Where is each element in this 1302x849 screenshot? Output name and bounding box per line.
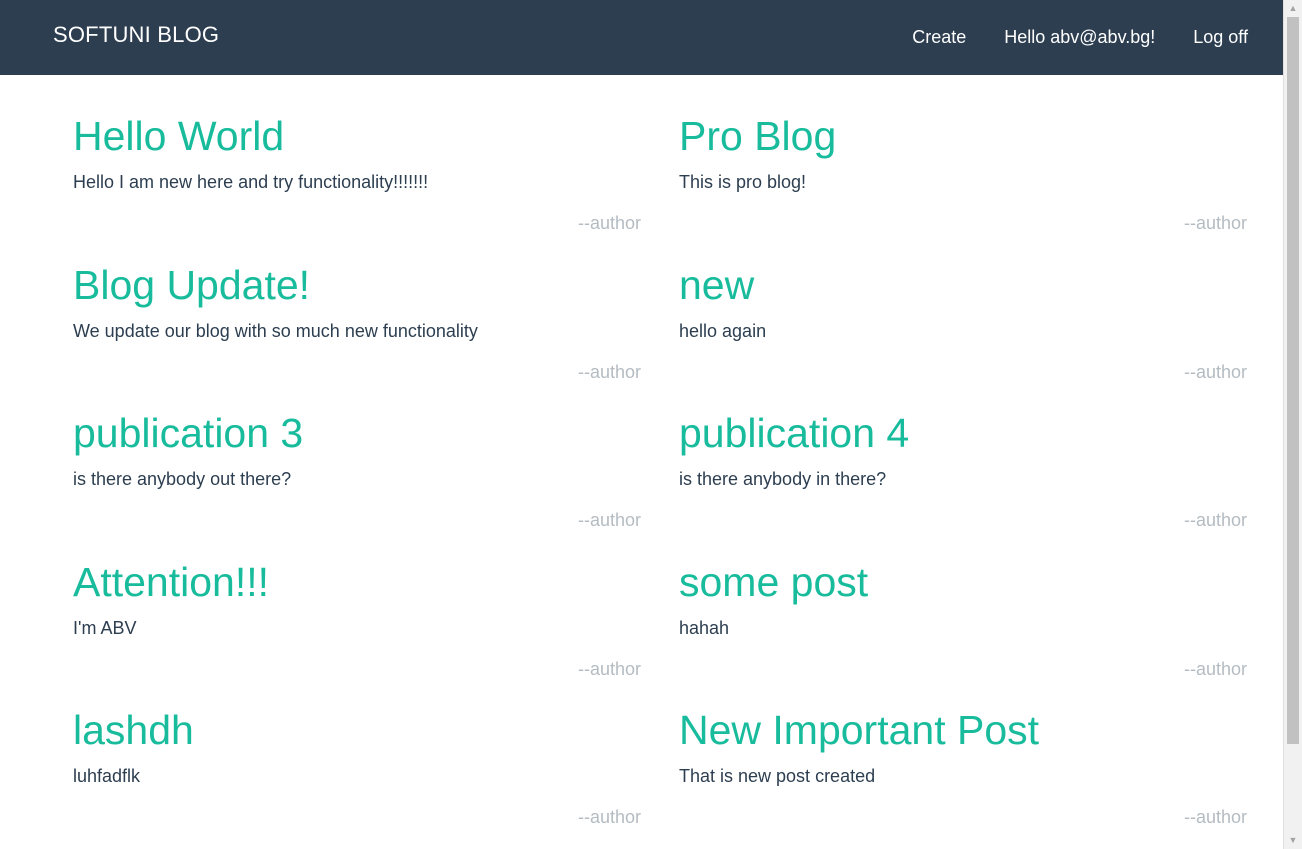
post-content: This is pro blog! (679, 172, 807, 192)
post-title[interactable]: Attention!!! (73, 554, 641, 610)
scroll-up-arrow-icon[interactable]: ▲ (1284, 0, 1302, 17)
user-greeting-link[interactable]: Hello abv@abv.bg! (1004, 24, 1155, 50)
post-content: I'm ABV (73, 617, 137, 638)
navbar: SOFTUNI BLOG Create Hello abv@abv.bg! Lo… (0, 0, 1283, 75)
vertical-scrollbar[interactable]: ▲ ▼ (1283, 0, 1302, 849)
post-content: hahah (679, 617, 730, 638)
post-title[interactable]: publication 4 (679, 405, 1247, 461)
post-title[interactable]: Hello World (73, 108, 641, 164)
post-content: luhfadflk (73, 766, 141, 786)
post-title[interactable]: some post (679, 554, 1247, 610)
posts-grid: Hello World Hello I am new here and try … (73, 108, 1248, 849)
post-author: --author (577, 361, 641, 382)
post-title[interactable]: new (679, 257, 1247, 313)
post-author: --author (1183, 213, 1247, 233)
post-title[interactable]: lashdh (73, 702, 641, 758)
post-content: That is new post created (679, 766, 876, 786)
page-viewport: SOFTUNI BLOG Create Hello abv@abv.bg! Lo… (0, 0, 1283, 849)
log-off-link[interactable]: Log off (1193, 24, 1248, 50)
post-author: --author (577, 807, 641, 827)
scroll-down-arrow-icon[interactable]: ▼ (1284, 832, 1302, 849)
post-card: lashdh luhfadflk --author (73, 702, 641, 849)
post-author: --author (1183, 807, 1247, 827)
post-title[interactable]: publication 3 (73, 405, 641, 461)
post-content: hello again (679, 320, 767, 341)
post-card: Blog Update! We update our blog with so … (73, 257, 641, 406)
nav-links: Create Hello abv@abv.bg! Log off (874, 24, 1248, 50)
post-card: publication 3 is there anybody out there… (73, 405, 641, 554)
post-title[interactable]: New Important Post (679, 702, 1247, 758)
scrollbar-thumb[interactable] (1287, 17, 1299, 744)
post-author: --author (1183, 510, 1247, 530)
post-card: new hello again --author (679, 257, 1247, 406)
post-card: publication 4 is there anybody in there?… (679, 405, 1247, 554)
post-card: Attention!!! I'm ABV --author (73, 554, 641, 703)
post-card: Hello World Hello I am new here and try … (73, 108, 641, 257)
post-author: --author (1183, 658, 1247, 679)
post-content: We update our blog with so much new func… (73, 320, 478, 341)
create-link[interactable]: Create (912, 24, 966, 50)
post-author: --author (577, 213, 641, 233)
post-content: Hello I am new here and try functionalit… (73, 172, 429, 192)
post-content: is there anybody in there? (679, 469, 887, 489)
post-author: --author (577, 658, 641, 679)
post-card: New Important Post That is new post crea… (679, 702, 1247, 849)
brand-link[interactable]: SOFTUNI BLOG (53, 21, 219, 49)
post-card: some post hahah --author (679, 554, 1247, 703)
post-author: --author (1183, 361, 1247, 382)
post-content: is there anybody out there? (73, 469, 292, 489)
post-title[interactable]: Pro Blog (679, 108, 1247, 164)
post-title[interactable]: Blog Update! (73, 257, 641, 313)
post-author: --author (577, 510, 641, 530)
post-card: Pro Blog This is pro blog! --author (679, 108, 1247, 257)
